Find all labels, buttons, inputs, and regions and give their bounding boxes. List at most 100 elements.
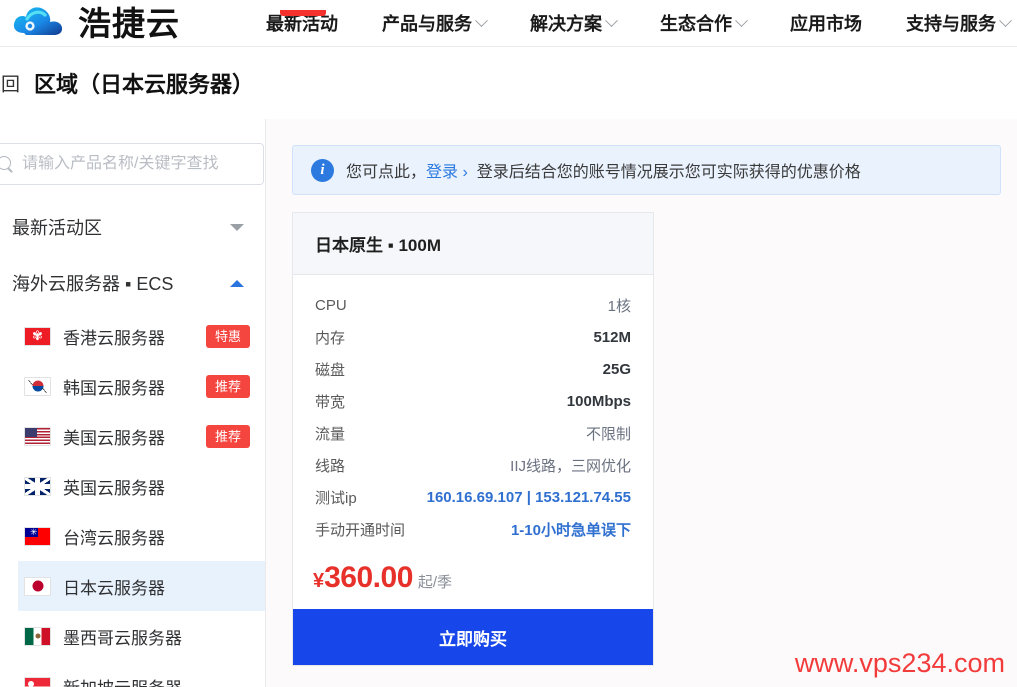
spec-value: 100Mbps [566, 392, 631, 410]
banner-prefix: 您可点此， [346, 164, 427, 181]
spec-label: 手动开通时间 [315, 521, 406, 539]
flag-hongkong-icon [24, 326, 51, 346]
sidebar-item-uk[interactable]: 英国云服务器 [18, 461, 265, 511]
spec-row-cpu: CPU 1核 [315, 289, 631, 321]
spec-value: 1-10小时急单误下 [510, 521, 631, 539]
spec-label: 内存 [315, 329, 346, 347]
nav-item-products-services[interactable]: 产品与服务 [360, 10, 508, 36]
cloud-logo-icon [10, 3, 72, 43]
sidebar-item-label: 日本云服务器 [63, 578, 165, 598]
sidebar-item-label: 新加坡云服务器 [63, 674, 182, 687]
price-unit: 起/季 [417, 574, 453, 591]
info-icon: i [311, 158, 334, 182]
chevron-down-icon [999, 13, 1012, 27]
nav-item-marketplace[interactable]: 应用市场 [768, 10, 884, 36]
sidebar-item-label: 墨西哥云服务器 [63, 628, 182, 648]
sidebar-item-label: 台湾云服务器 [63, 528, 165, 548]
sidebar-item-hongkong[interactable]: 香港云服务器 特惠 [18, 311, 265, 361]
nav-badge-icon [280, 10, 326, 16]
flag-japan-icon [24, 576, 51, 596]
chevron-up-icon [230, 279, 244, 287]
spec-label: CPU [315, 296, 347, 314]
chevron-down-icon [605, 13, 618, 27]
spec-value: 512M [593, 328, 631, 346]
price-amount: 360.00 [324, 561, 413, 594]
login-info-banner: i 您可点此，登录 › 登录后结合您的账号情况展示您可实际获得的优惠价格 [292, 145, 1001, 195]
spec-value: 25G [602, 360, 631, 378]
sidebar-item-taiwan[interactable]: 台湾云服务器 [18, 511, 265, 561]
spec-value: IIJ线路，三网优化 [510, 457, 631, 475]
sidebar: 最新活动区 海外云服务器 ▪ ECS 香港云服务器 特惠 韩国云服务器 推荐 [0, 119, 266, 687]
nav-item-label: 产品与服务 [382, 14, 472, 34]
sidebar-item-japan[interactable]: 日本云服务器 [18, 561, 265, 611]
price-row: ¥ 360.00 起/季 [293, 549, 653, 609]
spec-row-activation-time: 手动开通时间 1-10小时急单误下 [315, 513, 631, 545]
nav-item-ecosystem[interactable]: 生态合作 [638, 10, 768, 36]
product-card: 日本原生 ▪ 100M CPU 1核 内存 512M 磁盘 25G 带宽 100… [292, 212, 654, 666]
flag-taiwan-icon [24, 526, 51, 546]
spec-value: 不限制 [585, 425, 631, 443]
buy-now-button[interactable]: 立即购买 [293, 609, 653, 665]
spec-row-route: 线路 IIJ线路，三网优化 [315, 449, 631, 481]
spec-row-test-ip: 测试ip 160.16.69.107 | 153.121.74.55 [315, 481, 631, 513]
sidebar-region-list: 香港云服务器 特惠 韩国云服务器 推荐 美国云服务器 推荐 英国云服务器 [18, 311, 265, 687]
flag-mexico-icon [24, 626, 51, 646]
nav-item-latest-activity[interactable]: 最新活动 [240, 10, 360, 36]
sidebar-item-label: 韩国云服务器 [63, 378, 165, 398]
price-currency: ¥ [313, 570, 325, 592]
sidebar-group-label: 最新活动区 [12, 218, 102, 238]
nav-item-list: 最新活动 产品与服务 解决方案 生态合作 应用市场 支持与服务 [240, 10, 1017, 36]
status-badge: 推荐 [205, 374, 250, 398]
spec-label: 流量 [315, 425, 346, 443]
nav-item-label: 解决方案 [530, 14, 602, 34]
sidebar-item-singapore[interactable]: 新加坡云服务器 [18, 661, 265, 687]
nav-item-label: 生态合作 [660, 14, 732, 34]
spec-row-memory: 内存 512M [315, 321, 631, 353]
brand-name: 浩捷云 [78, 4, 180, 42]
spec-row-bandwidth: 带宽 100Mbps [315, 385, 631, 417]
nav-item-solutions[interactable]: 解决方案 [508, 10, 638, 36]
main-content: i 您可点此，登录 › 登录后结合您的账号情况展示您可实际获得的优惠价格 日本原… [266, 119, 1017, 687]
nav-item-label: 支持与服务 [906, 14, 996, 34]
sidebar-group-latest-activity[interactable]: 最新活动区 [12, 199, 265, 255]
product-search-box[interactable] [0, 143, 264, 185]
sidebar-item-label: 美国云服务器 [63, 428, 165, 448]
sidebar-item-label: 香港云服务器 [63, 328, 165, 348]
spec-value: 1核 [607, 297, 631, 315]
product-spec-list: CPU 1核 内存 512M 磁盘 25G 带宽 100Mbps 流量 不限制 … [293, 275, 653, 549]
app-screen: 浩捷云 最新活动 产品与服务 解决方案 生态合作 应用市场 支持与服务 回 区域… [0, 0, 1017, 687]
sidebar-item-label: 英国云服务器 [63, 478, 165, 498]
chevron-down-icon [475, 13, 488, 27]
spec-label: 带宽 [315, 393, 346, 411]
flag-usa-icon [24, 426, 51, 446]
sidebar-item-usa[interactable]: 美国云服务器 推荐 [18, 411, 265, 461]
login-link[interactable]: 登录 › [426, 164, 468, 181]
sidebar-item-mexico[interactable]: 墨西哥云服务器 [18, 611, 265, 661]
status-badge: 推荐 [205, 424, 250, 448]
chevron-down-icon [735, 13, 748, 27]
sidebar-group-overseas-ecs[interactable]: 海外云服务器 ▪ ECS [12, 255, 265, 311]
page-title-bar: 返回 区域（日本云服务器） [0, 47, 1017, 119]
sidebar-item-korea[interactable]: 韩国云服务器 推荐 [18, 361, 265, 411]
page-title: 区域（日本云服务器） [34, 72, 255, 97]
search-icon [0, 155, 14, 173]
spec-row-traffic: 流量 不限制 [315, 417, 631, 449]
back-link[interactable]: 返回 [0, 70, 20, 97]
nav-item-support[interactable]: 支持与服务 [884, 10, 1017, 36]
sidebar-group-label: 海外云服务器 ▪ ECS [12, 274, 174, 294]
spec-label: 磁盘 [315, 361, 346, 379]
spec-value: 160.16.69.107 | 153.121.74.55 [426, 488, 631, 506]
flag-korea-icon [24, 376, 51, 396]
flag-singapore-icon [24, 676, 51, 687]
top-navigation-bar: 浩捷云 最新活动 产品与服务 解决方案 生态合作 应用市场 支持与服务 [0, 0, 1017, 47]
status-badge: 特惠 [205, 324, 250, 348]
brand-logo[interactable]: 浩捷云 [10, 3, 240, 43]
site-watermark: www.vps234.com [794, 648, 1005, 678]
spec-label: 测试ip [315, 489, 357, 507]
spec-label: 线路 [315, 457, 346, 475]
chevron-down-icon [230, 223, 244, 231]
nav-item-label: 应用市场 [790, 14, 862, 34]
spec-row-disk: 磁盘 25G [315, 353, 631, 385]
product-card-title: 日本原生 ▪ 100M [293, 213, 653, 275]
search-input[interactable] [22, 155, 253, 173]
